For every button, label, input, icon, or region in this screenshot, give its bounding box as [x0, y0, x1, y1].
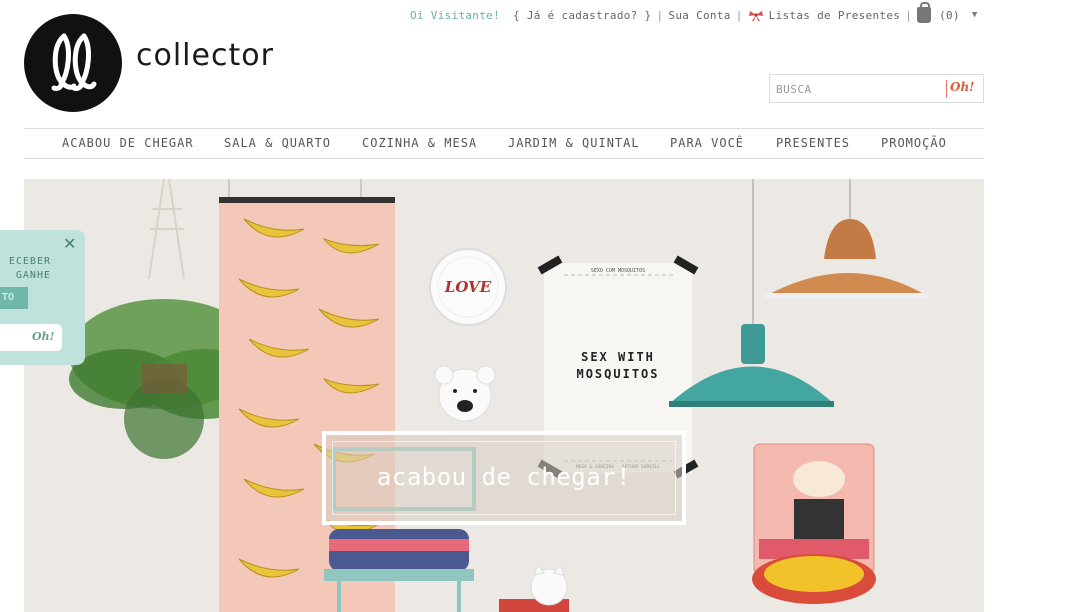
popup-text-line1: ECEBER: [8, 256, 51, 267]
shopping-bag-icon[interactable]: [917, 2, 932, 23]
popup-flag: TO: [0, 287, 28, 309]
greeting-text: Oi Visitante!: [410, 8, 500, 22]
close-icon[interactable]: ✕: [63, 234, 76, 253]
logo-mark[interactable]: [24, 14, 122, 112]
love-plate: LOVE: [429, 248, 507, 326]
poster-title: SEX WITH MOSQUITOS: [576, 350, 660, 381]
cart-dropdown-caret-icon[interactable]: ▼: [972, 10, 978, 20]
popup-email-field[interactable]: Oh!: [0, 324, 62, 351]
hero-banner[interactable]: LOVE SEXO COM MOSQUITOS MESA & CADEIRA ·…: [24, 179, 984, 612]
search-input[interactable]: [776, 81, 941, 97]
gift-lists-link[interactable]: Listas de Presentes: [769, 9, 901, 22]
poster-small-top-text: SEXO COM MOSQUITOS: [591, 268, 645, 274]
logo-wordmark[interactable]: collector: [136, 38, 274, 73]
hero-label-text: acabou de chegar!: [376, 463, 632, 491]
nav-item-sala-quarto[interactable]: SALA & QUARTO: [224, 136, 331, 150]
newsletter-popup: ✕ ECEBER GANHE TO Oh!: [0, 230, 85, 365]
logo-ll-icon: [51, 33, 97, 91]
orange-pendant-lamp: [764, 179, 929, 299]
search-box: Oh!: [769, 74, 984, 103]
macrame-hanger: [148, 179, 185, 280]
nav-item-promocao[interactable]: PROMOÇÃO: [881, 136, 947, 150]
nav-item-presentes[interactable]: PRESENTES: [776, 136, 850, 150]
separator: |: [905, 8, 913, 22]
plate-text: LOVE: [444, 278, 492, 296]
popup-flag-text: TO: [1, 292, 14, 303]
rabbit-pillow: [752, 443, 876, 604]
registered-login-link[interactable]: { Já é cadastrado? }: [513, 9, 651, 22]
cart-count[interactable]: (0): [939, 9, 960, 22]
nav-item-para-voce[interactable]: PARA VOCÊ: [670, 136, 744, 150]
hero-label-box[interactable]: acabou de chegar!: [322, 431, 686, 525]
gift-bow-icon: [748, 11, 763, 21]
cat-figurine: [499, 563, 569, 612]
search-divider: [946, 80, 947, 98]
hero-illustration: LOVE SEXO COM MOSQUITOS MESA & CADEIRA ·…: [69, 179, 929, 612]
top-utility-bar: Oi Visitante! { Já é cadastrado? } | Sua…: [410, 2, 978, 24]
account-link[interactable]: Sua Conta: [668, 9, 730, 22]
nav-item-acabou-de-chegar[interactable]: ACABOU DE CHEGAR: [62, 136, 194, 150]
search-button[interactable]: Oh!: [950, 80, 974, 94]
separator: |: [656, 8, 664, 22]
nav-item-jardim-quintal[interactable]: JARDIM & QUINTAL: [508, 136, 640, 150]
separator: |: [735, 8, 743, 22]
popup-text-line2: GANHE: [15, 270, 51, 281]
main-navigation: ACABOU DE CHEGAR SALA & QUARTO COZINHA &…: [24, 128, 984, 159]
popup-submit-button[interactable]: Oh!: [32, 330, 54, 343]
bear-head-decor: [434, 365, 496, 422]
nav-item-cozinha-mesa[interactable]: COZINHA & MESA: [362, 136, 477, 150]
